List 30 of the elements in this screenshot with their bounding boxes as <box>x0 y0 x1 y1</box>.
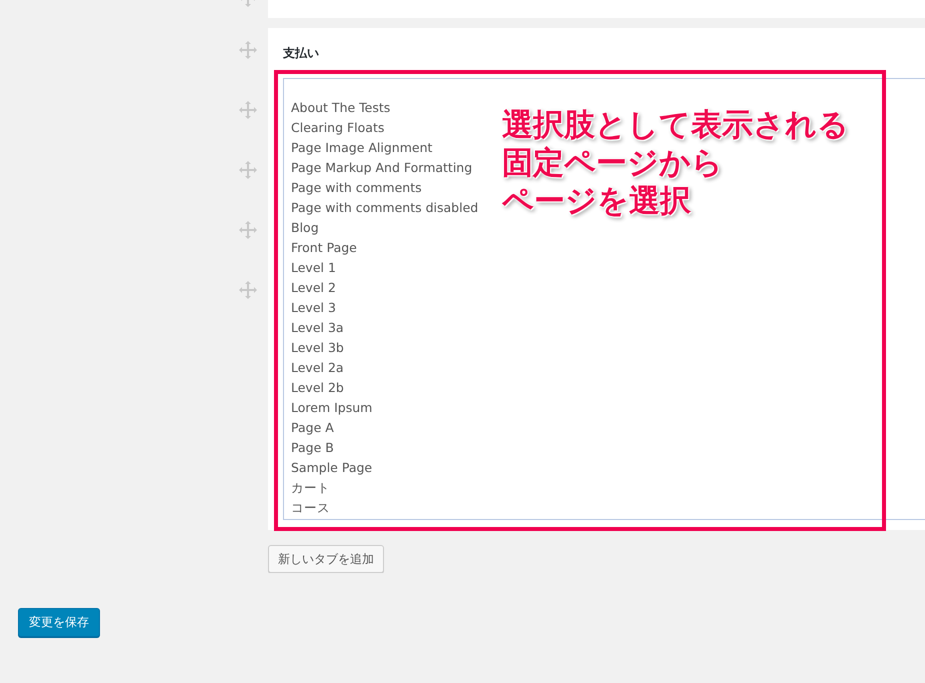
move-icon[interactable] <box>238 160 258 180</box>
list-option[interactable]: Page with comments <box>291 178 422 198</box>
annotation-text: 選択肢として表示される 固定ページから ページを選択 <box>502 106 849 220</box>
list-option[interactable]: Page B <box>291 438 334 458</box>
list-option[interactable]: Page Markup And Formatting <box>291 158 472 178</box>
move-icon[interactable] <box>238 280 258 300</box>
list-option[interactable]: Level 2b <box>291 378 344 398</box>
move-icon[interactable] <box>238 220 258 240</box>
list-option[interactable]: Blog <box>291 218 319 238</box>
list-option[interactable]: Lorem Ipsum <box>291 398 372 418</box>
move-icon[interactable] <box>238 40 258 60</box>
list-option[interactable]: コース <box>291 498 330 518</box>
list-option[interactable]: カート <box>291 478 330 498</box>
save-button[interactable]: 変更を保存 <box>18 608 100 637</box>
list-option[interactable]: Level 3 <box>291 298 336 318</box>
list-option[interactable]: Level 2a <box>291 358 344 378</box>
list-option[interactable]: Front Page <box>291 238 357 258</box>
list-option[interactable]: Level 1 <box>291 258 336 278</box>
list-option[interactable]: Page A <box>291 418 334 438</box>
move-icon[interactable] <box>238 100 258 120</box>
list-option[interactable]: Level 3b <box>291 338 344 358</box>
list-option[interactable]: Page with comments disabled <box>291 198 478 218</box>
add-tab-button[interactable]: 新しいタブを追加 <box>268 545 384 573</box>
list-option[interactable]: Page Image Alignment <box>291 138 432 158</box>
list-option[interactable]: About The Tests <box>291 98 390 118</box>
section-title: 支払い <box>283 45 320 61</box>
list-option[interactable]: Sample Page <box>291 458 372 478</box>
list-option[interactable]: Level 2 <box>291 278 336 298</box>
list-option[interactable]: Level 3a <box>291 318 344 338</box>
list-option[interactable]: Clearing Floats <box>291 118 384 138</box>
